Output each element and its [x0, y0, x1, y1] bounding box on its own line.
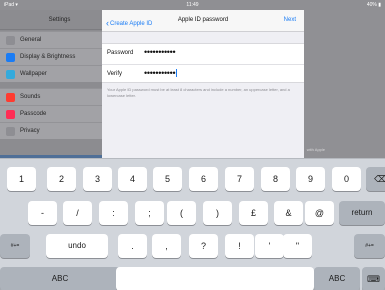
password-row[interactable]: Password •••••••••••: [102, 44, 304, 63]
password-requirements: Your Apple ID password must be at least …: [107, 87, 290, 98]
sheet-title: Apple ID password: [177, 17, 229, 23]
key-2[interactable]: 2: [47, 167, 76, 191]
settings-item-label: General: [20, 37, 42, 43]
key-9[interactable]: 9: [296, 167, 325, 191]
text-caret: [176, 69, 178, 77]
key-0[interactable]: 0: [332, 167, 361, 191]
speaker-icon: [6, 93, 15, 102]
symbols-key-right[interactable]: #+=: [354, 234, 385, 258]
wallpaper-icon: [6, 70, 15, 79]
key-exclamation[interactable]: !: [225, 234, 254, 258]
verify-row[interactable]: Verify •••••••••••: [102, 64, 304, 83]
key-1[interactable]: 1: [7, 167, 36, 191]
key-pound[interactable]: £: [239, 201, 268, 225]
settings-item-label: Wallpaper: [20, 71, 47, 77]
key-7[interactable]: 7: [225, 167, 254, 191]
key-question[interactable]: ?: [189, 234, 218, 258]
key-quote[interactable]: ": [283, 234, 312, 258]
settings-item-label: Passcode: [20, 111, 47, 117]
apple-id-password-sheet: ‹Create Apple ID Apple ID password Next …: [102, 10, 304, 160]
keyboard-icon: ⌨: [367, 274, 380, 284]
verify-value: •••••••••••: [144, 68, 176, 78]
gear-icon: [6, 36, 15, 45]
abc-key-right[interactable]: ABC: [314, 267, 360, 290]
status-bar: iPad ▾ 11:49 40% ▮: [0, 0, 385, 10]
key-apostrophe[interactable]: ': [255, 234, 284, 258]
verify-label: Verify: [107, 71, 123, 77]
brightness-icon: [6, 53, 15, 62]
space-bar[interactable]: [116, 267, 314, 290]
onscreen-keyboard: 1 2 3 4 5 6 7 8 9 0 ⌫ - / : ; ( ) £ & @ …: [0, 158, 385, 290]
hand-icon: [6, 127, 15, 136]
return-key[interactable]: return: [339, 201, 385, 225]
verify-field[interactable]: •••••••••••: [144, 68, 178, 78]
symbols-key-left[interactable]: #+=: [0, 234, 30, 258]
status-time: 11:49: [186, 2, 199, 8]
key-at[interactable]: @: [305, 201, 334, 225]
background-note: with Apple: [306, 147, 325, 152]
delete-key[interactable]: ⌫: [366, 167, 385, 191]
key-8[interactable]: 8: [261, 167, 290, 191]
sheet-nav-bar: ‹Create Apple ID Apple ID password Next: [102, 10, 304, 32]
backspace-icon: ⌫: [374, 174, 385, 184]
key-4[interactable]: 4: [118, 167, 147, 191]
key-semicolon[interactable]: ;: [135, 201, 164, 225]
lock-icon: [6, 110, 15, 119]
next-button[interactable]: Next: [284, 17, 296, 23]
key-6[interactable]: 6: [189, 167, 218, 191]
key-3[interactable]: 3: [83, 167, 112, 191]
key-colon[interactable]: :: [99, 201, 128, 225]
dismiss-keyboard-key[interactable]: ⌨: [362, 267, 385, 290]
settings-item-label: Display & Brightness: [20, 54, 76, 60]
battery-status: 40% ▮: [366, 2, 381, 8]
key-comma[interactable]: ,: [152, 234, 181, 258]
settings-item-label: Privacy: [20, 128, 40, 134]
key-period[interactable]: .: [118, 234, 147, 258]
abc-key-left[interactable]: ABC: [0, 267, 120, 290]
settings-item-label: Sounds: [20, 94, 41, 100]
password-field[interactable]: •••••••••••: [144, 47, 176, 57]
password-label: Password: [107, 50, 134, 56]
key-open-paren[interactable]: (: [167, 201, 196, 225]
key-ampersand[interactable]: &: [274, 201, 303, 225]
key-close-paren[interactable]: ): [203, 201, 232, 225]
key-slash[interactable]: /: [63, 201, 92, 225]
key-5[interactable]: 5: [153, 167, 182, 191]
password-form: Password ••••••••••• Verify •••••••••••: [102, 43, 304, 83]
undo-key[interactable]: undo: [46, 234, 108, 258]
key-hyphen[interactable]: -: [28, 201, 57, 225]
